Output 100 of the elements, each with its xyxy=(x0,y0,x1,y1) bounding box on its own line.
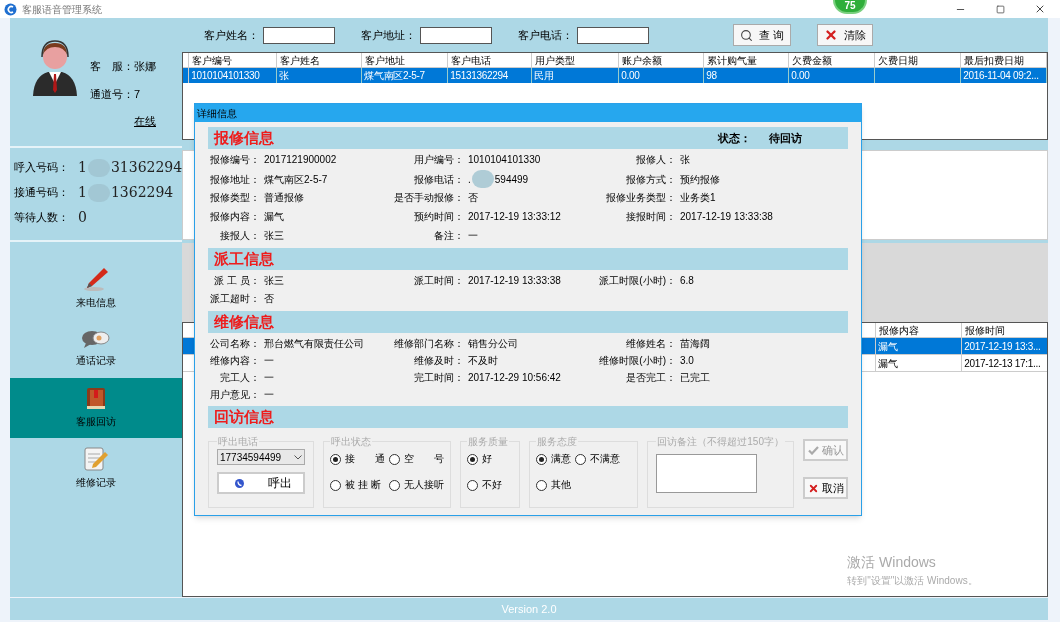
field-value: 一 xyxy=(468,229,478,243)
radio-label: 接 通 xyxy=(345,453,386,465)
group-title: 服务质量 xyxy=(467,435,510,449)
field-value: 邢台燃气有限责任公司 xyxy=(264,336,364,351)
search-field[interactable] xyxy=(420,26,493,44)
blurred-mark xyxy=(471,170,494,188)
field-label: 报修地址： xyxy=(209,172,261,187)
field-label: 是否手动报修： xyxy=(393,191,465,205)
group-title: 呼出电话 xyxy=(217,435,259,449)
table-cell: 0.00 xyxy=(619,68,705,83)
phone-select[interactable]: 17734594499 xyxy=(217,449,306,465)
search-field[interactable] xyxy=(577,26,650,44)
column-header: 欠费日期 xyxy=(875,53,962,67)
field-label: 派工超时： xyxy=(209,292,261,306)
table-cell: 煤气南区2-5-7 xyxy=(362,68,449,83)
field-label: 完工人： xyxy=(219,370,261,385)
agent-value: 7 xyxy=(134,86,141,102)
field-label: 报修编号： xyxy=(209,153,261,167)
field-label: 接报时间： xyxy=(625,210,677,224)
field-value: 业务类1 xyxy=(680,191,716,205)
status-link[interactable]: 在线 xyxy=(134,113,156,130)
group-title: 呼出状态 xyxy=(330,435,373,449)
radio-label: 空 号 xyxy=(404,453,445,465)
column-header: 客户电话 xyxy=(448,53,533,67)
field-label: 维修内容： xyxy=(209,353,261,368)
call-info-value: 0 xyxy=(78,208,87,227)
field-label: 派工时间： xyxy=(413,274,465,288)
nav-item[interactable]: 客服回访 xyxy=(10,378,183,438)
radio-label: 不满意 xyxy=(590,453,621,465)
field-value: 2017-12-29 10:56:42 xyxy=(468,370,561,385)
activation-title: 激活 Windows xyxy=(847,553,937,572)
clear-button[interactable]: 清除 xyxy=(817,24,874,46)
field-value: 不及时 xyxy=(468,353,498,368)
field-value: 2017-12-19 13:33:12 xyxy=(468,210,561,224)
status-value: 待回访 xyxy=(769,130,802,146)
field-label: 报修内容： xyxy=(209,210,261,224)
field-label: 备注： xyxy=(433,229,465,243)
nav-item[interactable]: 维修记录 xyxy=(10,438,183,498)
table-cell: 1010104101330 xyxy=(189,68,278,83)
field-label: 是否完工： xyxy=(625,370,677,385)
field-value: 苗海阔 xyxy=(680,336,710,351)
radio-label: 其他 xyxy=(551,479,572,491)
column-header: 客户地址 xyxy=(362,53,449,67)
search-label: 客户电话： xyxy=(518,27,574,43)
window-title: 客服语音管理系统 xyxy=(22,2,102,17)
call-button[interactable]: 呼出 xyxy=(217,472,306,494)
field-value: 已完工 xyxy=(680,370,710,385)
section-title: 回访信息 xyxy=(214,406,274,428)
field-value: 否 xyxy=(468,191,478,205)
table-cell: 2017-12-19 13:3... xyxy=(961,338,1048,354)
column-header: 累计购气量 xyxy=(704,53,790,67)
pen-icon xyxy=(82,266,111,292)
section-title: 报修信息 xyxy=(214,127,274,149)
note-field[interactable] xyxy=(656,454,758,493)
version-bar: Version 2.0 xyxy=(10,598,1048,620)
field-value: 张 xyxy=(680,153,690,167)
radio-label: 好 xyxy=(482,453,493,465)
field-label: 报修类型： xyxy=(209,191,261,205)
field-label: 完工时间： xyxy=(413,370,465,385)
table-cell: 漏气 xyxy=(875,338,962,354)
field-value: 一 xyxy=(264,370,274,385)
table-cell: 民用 xyxy=(532,68,620,83)
phone-icon xyxy=(235,478,244,488)
field-value: 3.0 xyxy=(680,353,694,368)
cancel-button[interactable]: 取消 xyxy=(803,477,848,499)
group-title: 回访备注（不得超过150字） xyxy=(656,435,785,449)
field-value: 张三 xyxy=(264,229,284,243)
search-button[interactable]: 查 询 xyxy=(733,24,792,46)
radio-label: 被 挂 断 xyxy=(345,479,382,491)
field-label: 派 工 员： xyxy=(213,274,261,288)
column-header: 最后扣费日期 xyxy=(961,53,1048,67)
call-info-value: 31362294 xyxy=(110,158,183,177)
field-label: 公司名称： xyxy=(209,336,261,351)
section-title: 维修信息 xyxy=(214,311,274,333)
field-value: 2017-12-19 13:33:38 xyxy=(680,210,773,224)
field-value: 预约报修 xyxy=(680,172,720,187)
check-icon xyxy=(807,445,819,455)
table-cell: 漏气 xyxy=(875,355,962,371)
field-value: 一 xyxy=(264,387,274,402)
field-value: 煤气南区2-5-7 xyxy=(264,172,328,187)
close-icon xyxy=(807,482,819,494)
nav-item[interactable]: 通话记录 xyxy=(10,318,183,378)
field-label: 报修业务类型： xyxy=(605,191,677,205)
field-value: 2017-12-19 13:33:38 xyxy=(468,274,561,288)
search-field[interactable] xyxy=(263,26,336,44)
group-title: 服务态度 xyxy=(536,435,579,449)
field-label: 报修人： xyxy=(635,153,677,167)
field-value: 594499 xyxy=(494,172,529,187)
table-cell: 98 xyxy=(704,68,790,83)
agent-label: 通道号： xyxy=(90,86,134,102)
chevron-down-icon xyxy=(294,454,303,460)
field-value: 普通报修 xyxy=(264,191,304,205)
status-label: 状态： xyxy=(718,130,751,146)
field-value: 一 xyxy=(264,353,274,368)
notepad-pencil-icon xyxy=(83,446,110,472)
table-row[interactable]: 1010104101330 张 煤气南区2-5-7 15131362294 民用 0.00 98 0.00 2016-11-04 09:2... xyxy=(183,68,1048,83)
field-value: 1010104101330 xyxy=(468,153,541,167)
field-label: 派工时限(小时)： xyxy=(598,274,677,288)
nav-item[interactable]: 来电信息 xyxy=(10,258,183,318)
column-header: 欠费金额 xyxy=(789,53,876,67)
